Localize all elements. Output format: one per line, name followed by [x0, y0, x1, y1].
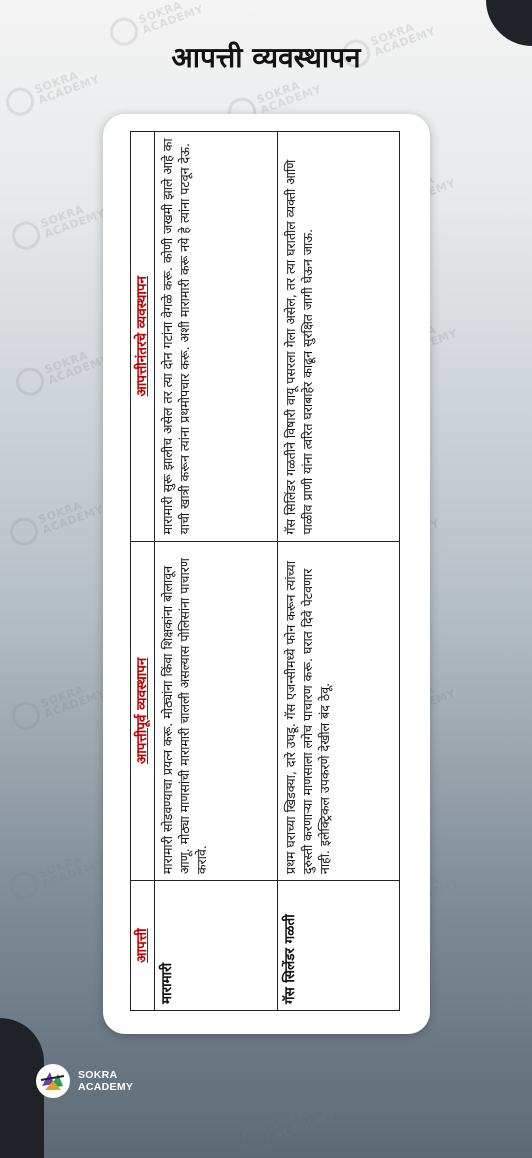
header-disaster: आपत्ती: [130, 880, 155, 1011]
brand: SOKRA ACADEMY: [36, 1064, 133, 1098]
disaster-management-table: आपत्ती आपत्तीपूर्व व्यवस्थापन आपत्तीनंतर…: [130, 131, 400, 1011]
table-row: गॅस सिलेंडर गळती प्रथम घराच्या खिडक्या, …: [277, 131, 400, 1011]
watermark-logo-icon: [6, 513, 42, 550]
watermark: SOKRAACADEMY: [6, 490, 106, 550]
watermark: SOKRAACADEMY: [238, 1096, 338, 1156]
watermark-logo-icon: [6, 867, 42, 904]
watermark-logo-icon: [238, 1119, 274, 1156]
row-gas-before: प्रथम घराच्या खिडक्या, दारे उघडू. गॅस एज…: [277, 541, 400, 881]
watermark-logo-icon: [12, 363, 48, 400]
table-header-row: आपत्ती आपत्तीपूर्व व्यवस्थापन आपत्तीनंतर…: [130, 131, 155, 1011]
row-disaster-gas-leak: गॅस सिलेंडर गळती: [277, 880, 400, 1011]
sokra-logo-icon: [36, 1064, 70, 1098]
table-row: मारामारी मारामारी सोडवण्याचा प्रयत्न करू…: [154, 131, 277, 1011]
watermark: SOKRAACADEMY: [6, 844, 106, 904]
watermark-logo-icon: [2, 83, 38, 120]
header-before-management: आपत्तीपूर्व व्यवस्थापन: [130, 541, 155, 881]
watermark-logo-icon: [8, 217, 44, 254]
row-fight-after: मारामारी सुरू झालीच असेल तर त्या दोन गटा…: [154, 131, 277, 542]
watermark: SOKRAACADEMY: [8, 194, 108, 254]
watermark: SOKRAACADEMY: [8, 674, 108, 734]
watermark: SOKRAACADEMY: [12, 340, 112, 400]
table-container: आपत्ती आपत्तीपूर्व व्यवस्थापन आपत्तीनंतर…: [130, 131, 400, 1011]
page-title: आपत्ती व्यवस्थापन: [171, 41, 361, 74]
row-gas-after: गॅस सिलिंडर गळतीने विषारी वायू पसरला गेल…: [277, 131, 400, 542]
header-after-management: आपत्तीनंतरचे व्यवस्थापन: [130, 131, 155, 542]
row-fight-before: मारामारी सोडवण्याचा प्रयत्न करू. मोठ्यां…: [154, 541, 277, 881]
row-disaster-fight: मारामारी: [154, 880, 277, 1011]
brand-name: SOKRA ACADEMY: [78, 1069, 134, 1093]
watermark-logo-icon: [8, 697, 44, 734]
content-card: आपत्ती आपत्तीपूर्व व्यवस्थापन आपत्तीनंतर…: [103, 114, 430, 1034]
